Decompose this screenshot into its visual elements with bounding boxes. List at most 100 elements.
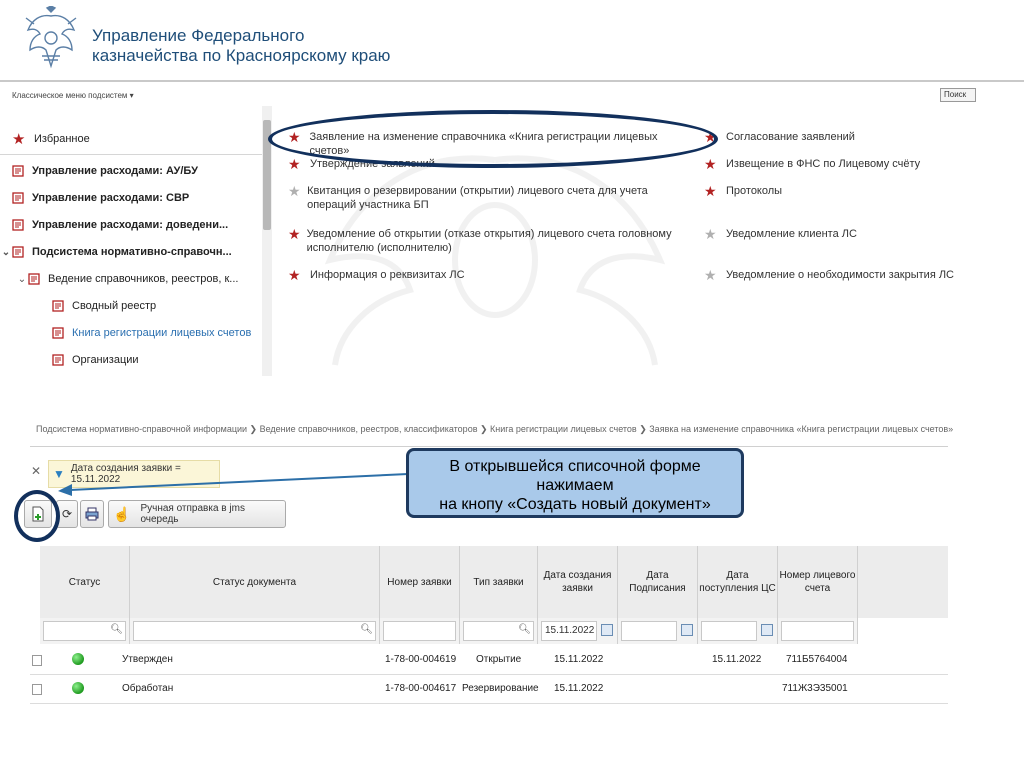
header-title: Управление Федерального казначейства по …: [92, 26, 390, 66]
manual-jms-send-button[interactable]: ☝ Ручная отправка в jms очередь: [108, 500, 286, 528]
filter-created-input[interactable]: 15.11.2022: [541, 621, 597, 641]
column-header-status[interactable]: Статус: [40, 546, 130, 618]
divider: [30, 446, 948, 447]
column-header-received[interactable]: Дата поступления ЦС: [698, 546, 778, 618]
cell-created: 15.11.2022: [554, 654, 604, 665]
fav-link-fns-notice[interactable]: ★ Извещение в ФНС по Лицевому счёту: [704, 157, 1014, 171]
filter-cell-account[interactable]: [778, 618, 858, 644]
filter-cell-type[interactable]: 🔍︎: [460, 618, 538, 644]
filter-cell-status[interactable]: 🔍︎: [40, 618, 130, 644]
print-button[interactable]: [80, 500, 104, 528]
calendar-icon[interactable]: [761, 624, 773, 636]
folder-icon: [12, 165, 24, 177]
chevron-down-icon[interactable]: ⌄: [16, 274, 28, 285]
sidebar-item-label: Ведение справочников, реестров, к...: [48, 273, 239, 285]
folder-icon: [12, 192, 24, 204]
sidebar-item-directories[interactable]: ⌄ Ведение справочников, реестров, к...: [0, 266, 278, 292]
sidebar-item-label: Избранное: [34, 133, 90, 145]
cell-doc-status: Утвержден: [122, 654, 173, 665]
fav-link-reservation-receipt[interactable]: ★ Квитанция о резервировании (открытии) …: [288, 184, 688, 212]
select-all-checkbox[interactable]: [30, 546, 40, 618]
cell-received: 15.11.2022: [712, 654, 762, 665]
folder-icon: [12, 246, 24, 258]
search-icon[interactable]: 🔍︎: [360, 624, 373, 635]
printer-icon: [85, 507, 99, 521]
sidebar-item-label: Книга регистрации лицевых счетов: [72, 327, 252, 339]
filter-cell-number[interactable]: [380, 618, 460, 644]
sidebar-item-expenses-au-bu[interactable]: Управление расходами: АУ/БУ: [0, 158, 262, 184]
cell-type: Открытие: [476, 654, 522, 665]
chevron-down-icon[interactable]: ⌄: [0, 247, 12, 258]
column-header-number[interactable]: Номер заявки: [380, 546, 460, 618]
folder-icon: [12, 219, 24, 231]
breadcrumb[interactable]: Подсистема нормативно-справочной информа…: [36, 424, 953, 435]
fav-link-account-details[interactable]: ★ Информация о реквизитах ЛС: [288, 268, 688, 282]
calendar-icon[interactable]: [681, 624, 693, 636]
column-header-created[interactable]: Дата создания заявки: [538, 546, 618, 618]
document-icon: [52, 354, 64, 366]
instruction-callout: В открывшейся списочной форме нажимаем н…: [406, 448, 744, 518]
filter-cell-created[interactable]: 15.11.2022: [538, 618, 618, 644]
sidebar-item-label: Управление расходами: доведени...: [32, 219, 229, 231]
cell-number: 1-78-00-004619: [385, 654, 457, 665]
sidebar-item-expenses-svr[interactable]: Управление расходами: СВР: [0, 185, 262, 211]
filter-chip[interactable]: ▼ Дата создания заявки = 15.11.2022: [48, 460, 220, 488]
column-header-account[interactable]: Номер лицевого счета: [778, 546, 858, 618]
folder-icon: [28, 273, 40, 285]
fav-link-protocols[interactable]: ★ Протоколы: [704, 184, 1014, 198]
star-icon: ★: [704, 183, 717, 199]
fav-link-label: Информация о реквизитах ЛС: [310, 269, 465, 281]
highlight-circle: [14, 490, 60, 542]
fav-link-label: Уведомление о необходимости закрытия ЛС: [726, 269, 955, 281]
row-checkbox[interactable]: [32, 684, 42, 695]
watermark-eagle-icon: [324, 155, 666, 366]
status-green-icon: [72, 682, 84, 695]
cell-account: 711Ж3Э35001: [782, 683, 848, 694]
sidebar-item-nsi-subsystem[interactable]: ⌄ Подсистема нормативно-справочн...: [0, 239, 262, 265]
fav-link-label: Квитанция о резервировании (открытии) ли…: [307, 185, 648, 211]
calendar-icon[interactable]: [601, 624, 613, 636]
star-icon: ★: [288, 226, 301, 242]
column-header-signed[interactable]: Дата Подписания: [618, 546, 698, 618]
sidebar-item-label: Сводный реестр: [72, 300, 157, 312]
fav-link-label: Согласование заявлений: [726, 131, 855, 143]
row-checkbox[interactable]: [32, 655, 42, 666]
search-icon[interactable]: 🔍︎: [110, 624, 123, 635]
sidebar-item-favorites[interactable]: ★ Избранное: [0, 124, 262, 155]
filter-cell-received[interactable]: [698, 618, 778, 644]
search-button[interactable]: Поиск: [940, 88, 976, 102]
collapse-icon[interactable]: ✕: [31, 464, 41, 478]
table-row[interactable]: Утвержден 1-78-00-004619 Открытие 15.11.…: [30, 646, 948, 675]
fav-link-label: Извещение в ФНС по Лицевому счёту: [726, 158, 921, 170]
sidebar-item-expenses-delivery[interactable]: Управление расходами: доведени...: [0, 212, 262, 238]
fav-link-closure-notice[interactable]: ★ Уведомление о необходимости закрытия Л…: [704, 268, 1014, 282]
manual-jms-send-label: Ручная отправка в jms очередь: [140, 503, 245, 525]
star-icon: ★: [704, 156, 717, 172]
star-outline-icon: ★: [288, 183, 301, 199]
fav-link-opening-notice[interactable]: ★ Уведомление об открытии (отказе открыт…: [288, 227, 688, 255]
cell-number: 1-78-00-004617: [385, 683, 457, 694]
column-header-empty: [858, 546, 948, 618]
filter-cell-doc-status[interactable]: 🔍︎: [130, 618, 380, 644]
cell-doc-status: Обработан: [122, 683, 174, 694]
cell-type: Резервирование: [462, 683, 539, 694]
header-title-line1: Управление Федерального: [92, 26, 305, 45]
callout-line3: на кнопу «Создать новый документ»: [439, 496, 711, 513]
column-header-type[interactable]: Тип заявки: [460, 546, 538, 618]
requests-grid: Статус Статус документа Номер заявки Тип…: [30, 546, 948, 710]
highlight-oval: [268, 110, 718, 168]
document-icon: [52, 327, 64, 339]
fav-link-approvals[interactable]: ★ Согласование заявлений: [704, 130, 1014, 144]
menu-mode-dropdown[interactable]: Классическое меню подсистем ▾: [12, 91, 134, 100]
sidebar-menu: ★ Избранное Управление расходами: АУ/БУ …: [0, 124, 262, 376]
filter-cell-signed[interactable]: [618, 618, 698, 644]
fav-link-client-notice[interactable]: ★ Уведомление клиента ЛС: [704, 227, 1014, 241]
star-icon: ★: [288, 267, 301, 283]
header-title-line2: казначейства по Красноярскому краю: [92, 46, 391, 65]
table-row[interactable]: Обработан 1-78-00-004617 Резервирование …: [30, 675, 948, 704]
column-header-doc-status[interactable]: Статус документа: [130, 546, 380, 618]
menu-mode-label: Классическое меню подсистем: [12, 91, 128, 100]
cell-account: 711Б5764004: [786, 654, 848, 665]
callout-line1: В открывшейся списочной форме: [449, 458, 701, 475]
search-icon[interactable]: 🔍︎: [518, 624, 531, 635]
